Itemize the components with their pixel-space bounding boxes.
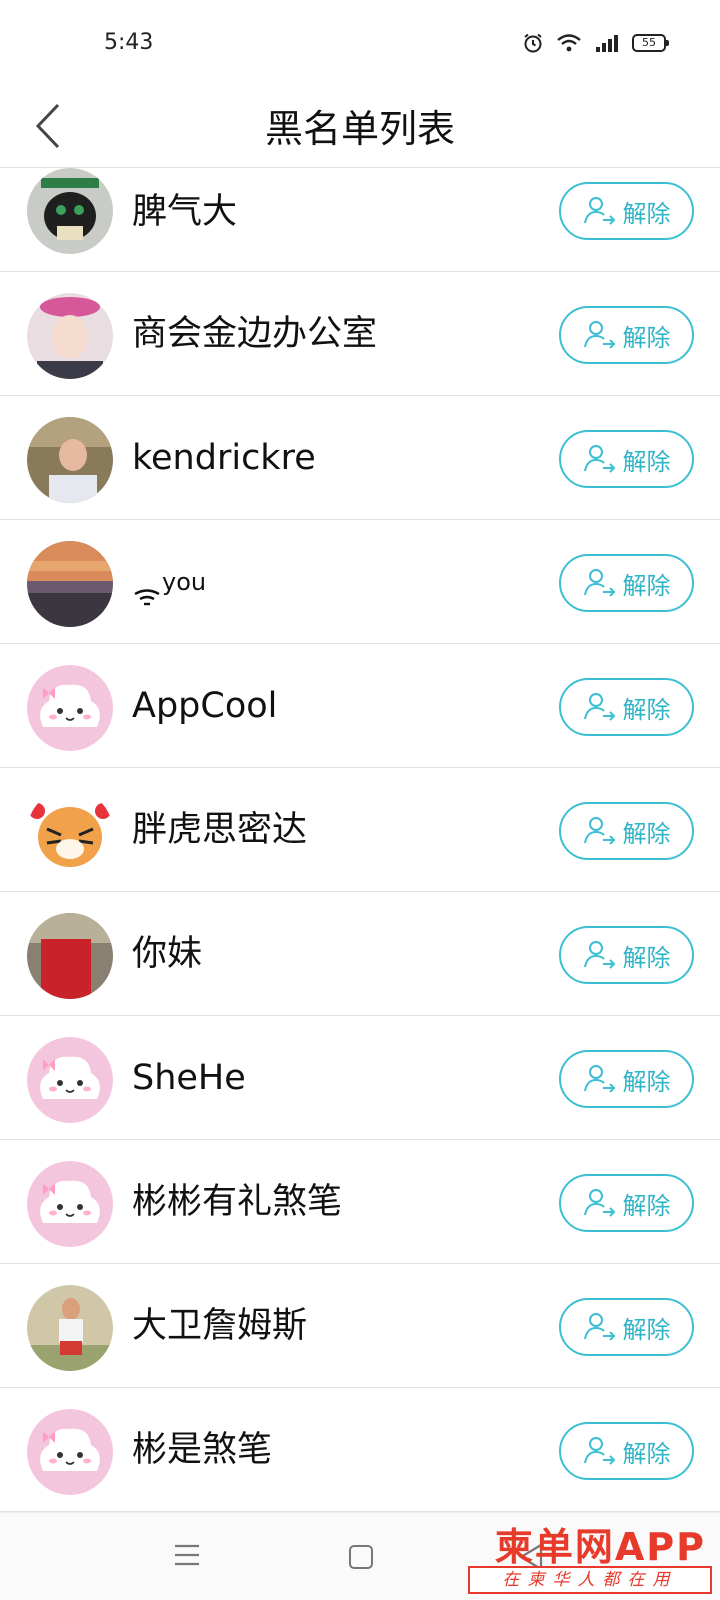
user-arrow-icon (583, 693, 615, 721)
avatar[interactable] (27, 168, 113, 254)
user-arrow-icon (583, 197, 615, 225)
list-item: AppCool 解除 (0, 644, 720, 768)
remove-label: 解除 (622, 323, 671, 352)
wifi-icon (134, 589, 160, 606)
user-arrow-icon (583, 817, 615, 845)
remove-label: 解除 (622, 571, 671, 600)
wifi-icon (557, 34, 581, 52)
user-name: 脾气大 (132, 192, 238, 232)
avatar[interactable] (27, 541, 113, 627)
user-name: SheHe (132, 1058, 246, 1098)
remove-button[interactable]: 解除 (559, 430, 694, 488)
home-icon[interactable] (349, 1545, 373, 1569)
remove-button[interactable]: 解除 (559, 926, 694, 984)
user-name: you (132, 520, 206, 644)
remove-button[interactable]: 解除 (559, 1050, 694, 1108)
user-arrow-icon (583, 941, 615, 969)
user-name: 胖虎思密达 (132, 810, 308, 850)
user-name: 商会金边办公室 (132, 314, 378, 354)
remove-button[interactable]: 解除 (559, 182, 694, 240)
remove-label: 解除 (622, 695, 671, 724)
list-item: you 解除 (0, 520, 720, 644)
user-arrow-icon (583, 1313, 615, 1341)
list-item: 商会金边办公室 解除 (0, 272, 720, 396)
list-item: 大卫詹姆斯 解除 (0, 1264, 720, 1388)
list-item: SheHe 解除 (0, 1016, 720, 1140)
list-item: 你妹 解除 (0, 892, 720, 1016)
remove-label: 解除 (622, 819, 671, 848)
user-arrow-icon (583, 1437, 615, 1465)
header: 黑名单列表 (0, 90, 720, 168)
watermark-subtitle: 在柬华人都在用 (468, 1566, 712, 1594)
battery-icon: 55 (632, 34, 669, 52)
user-name: 大卫詹姆斯 (132, 1306, 308, 1346)
user-arrow-icon (583, 321, 615, 349)
list-item: 彬彬有礼煞笔 解除 (0, 1140, 720, 1264)
user-arrow-icon (583, 1189, 615, 1217)
list-item: 脾气大 解除 (0, 168, 720, 272)
remove-label: 解除 (622, 1067, 671, 1096)
remove-button[interactable]: 解除 (559, 554, 694, 612)
status-time: 5:43 (104, 30, 154, 55)
page-title: 黑名单列表 (264, 107, 455, 151)
user-name: 你妹 (132, 934, 203, 974)
remove-label: 解除 (622, 447, 671, 476)
signal-icon (596, 35, 618, 52)
avatar[interactable] (27, 293, 113, 379)
avatar[interactable] (27, 913, 113, 999)
avatar[interactable] (27, 665, 113, 751)
remove-label: 解除 (622, 1191, 671, 1220)
user-arrow-icon (583, 569, 615, 597)
user-name: kendrickre (132, 438, 316, 478)
status-bar: 5:43 55 (0, 0, 720, 90)
avatar[interactable] (27, 1409, 113, 1495)
list-item: 胖虎思密达 解除 (0, 768, 720, 892)
remove-button[interactable]: 解除 (559, 306, 694, 364)
list-item: 彬是煞笔 解除 (0, 1388, 720, 1512)
user-arrow-icon (583, 1065, 615, 1093)
remove-button[interactable]: 解除 (559, 1422, 694, 1480)
avatar[interactable] (27, 417, 113, 503)
user-name: 彬彬有礼煞笔 (132, 1182, 343, 1222)
remove-button[interactable]: 解除 (559, 678, 694, 736)
avatar[interactable] (27, 1037, 113, 1123)
alarm-icon (524, 33, 542, 53)
remove-button[interactable]: 解除 (559, 802, 694, 860)
watermark-title: 柬单网APP (494, 1525, 706, 1569)
remove-label: 解除 (622, 1439, 671, 1468)
user-arrow-icon (583, 445, 615, 473)
user-name: AppCool (132, 686, 278, 726)
remove-label: 解除 (622, 199, 671, 228)
remove-label: 解除 (622, 1315, 671, 1344)
remove-button[interactable]: 解除 (559, 1298, 694, 1356)
watermark-logo: 柬单网APP 在柬华人都在用 (462, 1516, 712, 1596)
status-icons: 55 (522, 32, 669, 54)
avatar[interactable] (27, 789, 113, 875)
menu-icon[interactable] (174, 1543, 200, 1567)
list-item: kendrickre 解除 (0, 396, 720, 520)
avatar[interactable] (27, 1161, 113, 1247)
avatar[interactable] (27, 1285, 113, 1371)
user-name-text: you (162, 568, 207, 596)
user-name: 彬是煞笔 (132, 1430, 273, 1470)
remove-button[interactable]: 解除 (559, 1174, 694, 1232)
blacklist: 脾气大 解除 商会金边办公室 解除 kendrickre 解除 you 解除 A… (0, 168, 720, 1512)
remove-label: 解除 (622, 943, 671, 972)
